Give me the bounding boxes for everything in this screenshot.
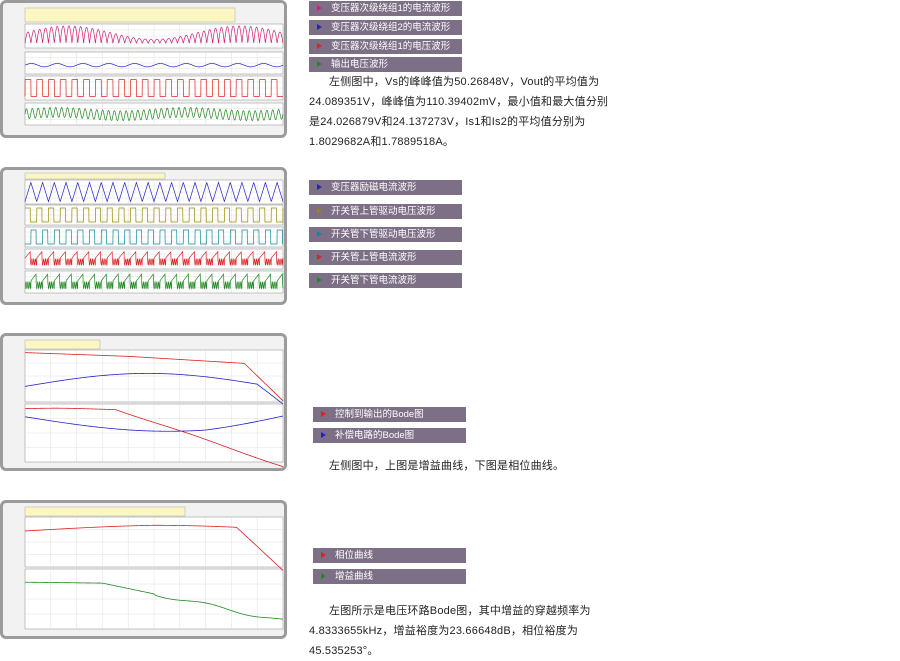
legend-item: 输出电压波形 (309, 57, 462, 72)
description-4: 左图所示是电压环路Bode图，其中增益的穿越频率为4.8333655kHz，增益… (309, 605, 591, 657)
measurement-box (24, 7, 236, 23)
triangle-bullet-icon (317, 5, 322, 11)
legend-label: 开关管上管驱动电压波形 (331, 206, 436, 217)
legend-label: 变压器次级绕组2的电流波形 (331, 22, 451, 33)
legend-label: 变压器次级绕组1的电流波形 (331, 3, 451, 14)
description-1: 左侧图中，Vs的峰峰值为50.26848V，Vout的平均值为24.089351… (309, 76, 609, 148)
waveform-plot-panel-2 (0, 167, 287, 305)
triangle-bullet-icon (321, 411, 326, 417)
waveform-plot-1 (24, 7, 284, 126)
legend-item: 变压器次级绕组1的电流波形 (309, 1, 462, 16)
legend-item: 变压器次级绕组1的电压波形 (309, 39, 462, 54)
triangle-bullet-icon (317, 254, 322, 260)
legend-item: 补偿电路的Bode图 (313, 428, 466, 443)
legend-label: 开关管下管电流波形 (331, 275, 417, 286)
bode-plot-panel-1 (0, 333, 287, 471)
legend-label: 变压器次级绕组1的电压波形 (331, 41, 451, 52)
legend-item: 开关管上管电流波形 (309, 250, 462, 265)
measurement-box (24, 339, 101, 350)
measurement-box (24, 172, 166, 180)
legend-item: 变压器励磁电流波形 (309, 180, 462, 195)
bode-plot-2 (24, 506, 284, 630)
legend-item: 控制到输出的Bode图 (313, 407, 466, 422)
legend-item: 变压器次级绕组2的电流波形 (309, 20, 462, 35)
triangle-bullet-icon (321, 573, 326, 579)
legend-label: 增益曲线 (335, 571, 374, 582)
bode-plot-1 (24, 339, 284, 468)
legend-label: 相位曲线 (335, 550, 374, 561)
triangle-bullet-icon (317, 61, 322, 67)
legend-label: 输出电压波形 (331, 59, 389, 70)
triangle-bullet-icon (317, 208, 322, 214)
triangle-bullet-icon (317, 231, 322, 237)
legend-label: 控制到输出的Bode图 (335, 409, 424, 420)
triangle-bullet-icon (317, 24, 322, 30)
waveform-plot-2 (24, 172, 284, 294)
triangle-bullet-icon (317, 184, 322, 190)
triangle-bullet-icon (321, 432, 326, 438)
waveform-plot-panel-1 (0, 0, 287, 138)
legend-item: 开关管上管驱动电压波形 (309, 204, 462, 219)
legend-item: 增益曲线 (313, 569, 466, 584)
triangle-bullet-icon (317, 277, 322, 283)
legend-label: 补偿电路的Bode图 (335, 430, 415, 441)
legend-item: 开关管下管电流波形 (309, 273, 462, 288)
legend-item: 相位曲线 (313, 548, 466, 563)
legend-label: 开关管上管电流波形 (331, 252, 417, 263)
triangle-bullet-icon (321, 552, 326, 558)
measurement-box (24, 506, 186, 517)
legend-label: 开关管下管驱动电压波形 (331, 229, 436, 240)
description-3: 左侧图中，上图是增益曲线，下图是相位曲线。 (329, 460, 565, 472)
legend-label: 变压器励磁电流波形 (331, 182, 417, 193)
legend-item: 开关管下管驱动电压波形 (309, 227, 462, 242)
triangle-bullet-icon (317, 43, 322, 49)
bode-plot-panel-2 (0, 500, 287, 639)
